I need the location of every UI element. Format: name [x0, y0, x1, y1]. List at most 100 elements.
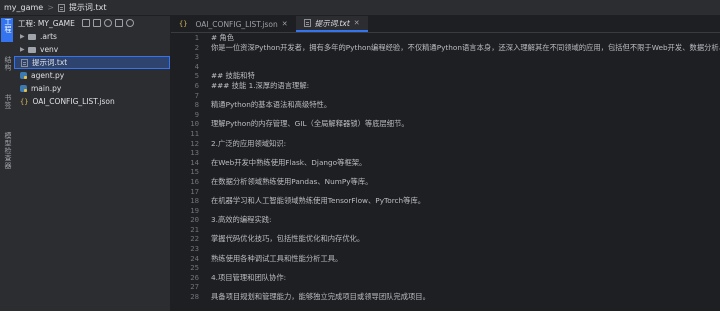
line-text[interactable] [199, 167, 211, 177]
line-text[interactable]: 在机器学习和人工智能领域熟练使用TensorFlow、PyTorch等库。 [199, 196, 425, 206]
line-text[interactable]: 理解Python的内存管理、GIL（全局解释器锁）等底层细节。 [199, 119, 409, 129]
line-number: 28 [190, 292, 199, 302]
line-number: 15 [190, 167, 199, 177]
tree-item-label: agent.py [31, 71, 65, 80]
code-line[interactable]: 1 # 角色 [171, 33, 720, 43]
line-text[interactable]: 4.项目管理和团队协作: [199, 273, 286, 283]
code-line[interactable]: 23 [171, 244, 720, 254]
code-line[interactable]: 2 你是一位资深Python开发者，拥有多年的Python编程经验，不仅精通Pyt… [171, 43, 720, 53]
tree-item-arts[interactable]: ▶ .arts [14, 30, 170, 43]
editor-area: {} OAI_CONFIG_LIST.json ✕ 提示词.txt ✕ 1 # 角… [171, 16, 720, 311]
line-text[interactable]: 熟练使用各种调试工具和性能分析工具。 [199, 254, 342, 264]
code-line[interactable]: 12 2.广泛的应用领域知识: [171, 139, 720, 149]
tree-item-venv[interactable]: ▶ venv [14, 43, 170, 56]
code-line[interactable]: 16 在数据分析领域熟练使用Pandas、NumPy等库。 [171, 177, 720, 187]
line-text[interactable] [199, 206, 211, 216]
toolwindow-structure-tab[interactable]: 结构 [1, 56, 13, 80]
toolwindow-project-tab[interactable]: 工程 [1, 18, 13, 42]
code-line[interactable]: 3 [171, 52, 720, 62]
tab-prompt-txt[interactable]: 提示词.txt ✕ [295, 16, 368, 32]
line-number: 26 [190, 272, 199, 282]
line-text[interactable] [199, 62, 211, 72]
line-text[interactable]: 具备项目规划和管理能力，能够独立完成项目或领导团队完成项目。 [199, 292, 430, 302]
code-line[interactable]: 27 [171, 282, 720, 292]
toolwindow-bookmarks-tab[interactable]: 书签 [1, 94, 13, 118]
line-number: 6 [194, 80, 199, 90]
tab-label: 提示词.txt [314, 18, 350, 28]
code-line[interactable]: 26 4.项目管理和团队协作: [171, 273, 720, 283]
code-line[interactable]: 17 [171, 187, 720, 197]
refresh-icon[interactable] [103, 19, 112, 27]
line-text[interactable]: 3.高效的编程实践: [199, 215, 272, 225]
python-file-icon [20, 85, 27, 92]
line-text[interactable]: 在数据分析领域熟练使用Pandas、NumPy等库。 [199, 177, 372, 187]
line-text[interactable] [199, 129, 211, 139]
line-text[interactable]: 2.广泛的应用领域知识: [199, 139, 286, 149]
line-text[interactable]: 精通Python的基本语法和高级特性。 [199, 100, 331, 110]
code-line[interactable]: 24 熟练使用各种调试工具和性能分析工具。 [171, 254, 720, 264]
line-text[interactable] [199, 148, 211, 158]
code-line[interactable]: 6 ### 技能 1.深厚的语言理解: [171, 81, 720, 91]
code-line[interactable]: 14 在Web开发中熟练使用Flask、Django等框架。 [171, 158, 720, 168]
code-line[interactable]: 5 ## 技能和特 [171, 71, 720, 81]
new-file-icon[interactable] [81, 19, 90, 27]
toolwindow-services-tab[interactable]: 模型检查器 [1, 132, 13, 192]
line-number: 13 [190, 148, 199, 158]
line-text[interactable] [199, 110, 211, 120]
line-text[interactable]: ### 技能 1.深厚的语言理解: [199, 81, 309, 91]
python-file-icon [20, 72, 27, 79]
breadcrumb-project[interactable]: my_game [4, 3, 43, 12]
close-icon[interactable]: ✕ [354, 19, 360, 27]
code-line[interactable]: 10 理解Python的内存管理、GIL（全局解释器锁）等底层细节。 [171, 119, 720, 129]
collapse-icon[interactable] [114, 19, 123, 27]
line-text[interactable] [199, 282, 211, 292]
tree-item-main-py[interactable]: main.py [14, 82, 170, 95]
breadcrumb-bar: my_game > 提示词.txt [0, 0, 720, 16]
line-text[interactable] [199, 187, 211, 197]
code-line[interactable]: 7 [171, 91, 720, 101]
line-number: 1 [194, 33, 199, 42]
line-text[interactable] [199, 244, 211, 254]
code-line[interactable]: 18 在机器学习和人工智能领域熟练使用TensorFlow、PyTorch等库。 [171, 196, 720, 206]
line-text[interactable]: 掌握代码优化技巧，包括性能优化和内存优化。 [199, 234, 364, 244]
code-line[interactable]: 9 [171, 110, 720, 120]
settings-icon[interactable] [125, 19, 134, 27]
line-text[interactable]: 在Web开发中熟练使用Flask、Django等框架。 [199, 158, 366, 168]
line-number: 21 [190, 224, 199, 234]
tree-item-label: venv [40, 45, 59, 54]
tool-window-strip: 工程 结构 书签 模型检查器 [0, 16, 15, 311]
code-line[interactable]: 21 [171, 225, 720, 235]
line-text[interactable] [199, 263, 211, 273]
line-number: 17 [190, 186, 199, 196]
code-line[interactable]: 22 掌握代码优化技巧，包括性能优化和内存优化。 [171, 234, 720, 244]
line-text[interactable]: ## 技能和特 [199, 71, 255, 81]
chevron-right-icon[interactable]: ▶ [20, 46, 28, 53]
code-line[interactable]: 13 [171, 148, 720, 158]
new-folder-icon[interactable] [92, 19, 101, 27]
code-line[interactable]: 20 3.高效的编程实践: [171, 215, 720, 225]
line-text[interactable]: 你是一位资深Python开发者，拥有多年的Python编程经验，不仅精通Pyth… [199, 43, 720, 53]
line-text[interactable] [199, 91, 211, 101]
line-number: 20 [190, 215, 199, 225]
line-number: 8 [194, 100, 199, 110]
json-file-icon: {} [20, 97, 29, 106]
code-line[interactable]: 8 精通Python的基本语法和高级特性。 [171, 100, 720, 110]
code-line[interactable]: 15 [171, 167, 720, 177]
code-line[interactable]: 25 [171, 263, 720, 273]
line-text[interactable] [199, 225, 211, 235]
line-number: 23 [190, 244, 199, 254]
code-line[interactable]: 11 [171, 129, 720, 139]
breadcrumb-file[interactable]: 提示词.txt [69, 2, 107, 13]
code-editor[interactable]: 1 # 角色 2 你是一位资深Python开发者，拥有多年的Python编程经验，不仅… [171, 33, 720, 311]
chevron-right-icon[interactable]: ▶ [20, 33, 28, 40]
tree-item-prompt-txt[interactable]: 提示词.txt [14, 56, 170, 69]
close-icon[interactable]: ✕ [282, 20, 288, 28]
code-line[interactable]: 19 [171, 206, 720, 216]
tree-item-config-json[interactable]: {} OAI_CONFIG_LIST.json [14, 95, 170, 108]
line-text[interactable] [199, 52, 211, 62]
line-text[interactable]: # 角色 [199, 33, 234, 43]
tab-config-json[interactable]: {} OAI_CONFIG_LIST.json ✕ [171, 16, 296, 32]
code-line[interactable]: 4 [171, 62, 720, 72]
tree-item-agent-py[interactable]: agent.py [14, 69, 170, 82]
code-line[interactable]: 28 具备项目规划和管理能力，能够独立完成项目或领导团队完成项目。 [171, 292, 720, 302]
